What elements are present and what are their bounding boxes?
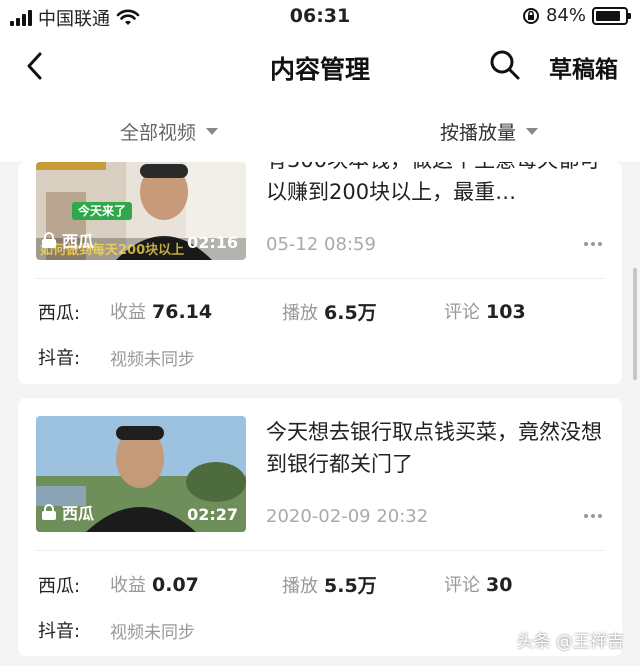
lock-icon — [42, 232, 56, 248]
video-card[interactable]: 今天来了 如何做到每天200块以上 西瓜 02:16 有300块本钱，做这个生意… — [18, 162, 622, 384]
scrollbar[interactable] — [633, 268, 637, 380]
more-horizontal-icon[interactable] — [584, 242, 602, 246]
comments-stat: 评论 30 — [444, 571, 512, 597]
more-horizontal-icon[interactable] — [584, 514, 602, 518]
video-thumbnail[interactable]: 今天来了 如何做到每天200块以上 西瓜 02:16 — [36, 162, 246, 260]
income-label: 收益 — [110, 302, 146, 323]
income-stat: 收益 76.14 — [110, 298, 212, 324]
platform-badge: 西瓜 — [42, 500, 94, 524]
sync-status: 视频未同步 — [110, 623, 195, 643]
video-duration: 02:16 — [187, 233, 238, 252]
filter-sort[interactable]: 按播放量 — [440, 118, 539, 145]
video-card[interactable]: 西瓜 02:27 今天想去银行取点钱买菜，竟然没想到银行都关门了 2020-02… — [18, 398, 622, 656]
video-title[interactable]: 今天想去银行取点钱买菜，竟然没想到银行都关门了 — [266, 416, 602, 480]
caret-down-icon — [526, 128, 539, 135]
comments-label: 评论 — [444, 302, 480, 323]
plays-label: 播放 — [282, 576, 318, 597]
battery-icon — [592, 6, 631, 25]
platform-badge-label: 西瓜 — [62, 232, 95, 251]
plays-stat: 播放 6.5万 — [282, 298, 377, 325]
divider — [36, 550, 604, 551]
income-label: 收益 — [110, 575, 146, 596]
video-duration: 02:27 — [187, 505, 238, 524]
income-value: 0.07 — [152, 574, 199, 596]
orientation-lock-icon — [522, 7, 539, 24]
douyin-label: 抖音: — [38, 621, 81, 642]
platform-badge: 西瓜 — [42, 228, 94, 252]
filter-sort-label: 按播放量 — [440, 122, 517, 144]
search-icon[interactable] — [488, 48, 522, 82]
lock-icon — [42, 504, 56, 520]
thumb-tag: 今天来了 — [78, 204, 127, 218]
comments-value: 103 — [486, 301, 526, 323]
income-value: 76.14 — [152, 301, 213, 323]
douyin-label: 抖音: — [38, 348, 81, 369]
video-thumbnail[interactable]: 西瓜 02:27 — [36, 416, 246, 532]
comments-label: 评论 — [444, 575, 480, 596]
plays-stat: 播放 5.5万 — [282, 571, 377, 598]
status-bar: 中国联通 06:31 84% — [0, 0, 640, 34]
filter-bar: 全部视频 按播放量 — [0, 98, 640, 162]
plays-label: 播放 — [282, 303, 318, 324]
filter-all-videos-label: 全部视频 — [120, 122, 197, 144]
video-date: 05-12 08:59 — [266, 234, 376, 255]
battery-percent: 84% — [545, 5, 586, 26]
nav-bar: 内容管理 草稿箱 — [0, 34, 640, 98]
comments-value: 30 — [486, 574, 513, 596]
video-title[interactable]: 有300块本钱，做这个生意每天都可以赚到200块以上，最重… — [266, 162, 602, 210]
comments-stat: 评论 103 — [444, 298, 526, 324]
filter-all-videos[interactable]: 全部视频 — [120, 118, 219, 145]
drafts-button[interactable]: 草稿箱 — [549, 50, 618, 84]
caret-down-icon — [206, 128, 219, 135]
xigua-label: 西瓜: — [38, 303, 81, 324]
sync-status: 视频未同步 — [110, 350, 195, 370]
plays-value: 6.5万 — [324, 302, 377, 324]
video-date: 2020-02-09 20:32 — [266, 506, 429, 527]
divider — [36, 278, 604, 279]
income-stat: 收益 0.07 — [110, 571, 199, 597]
platform-badge-label: 西瓜 — [62, 504, 95, 523]
page-title: 内容管理 — [269, 55, 370, 84]
plays-value: 5.5万 — [324, 575, 377, 597]
watermark: 头条 @王祥吉 — [516, 632, 624, 652]
xigua-label: 西瓜: — [38, 576, 81, 597]
